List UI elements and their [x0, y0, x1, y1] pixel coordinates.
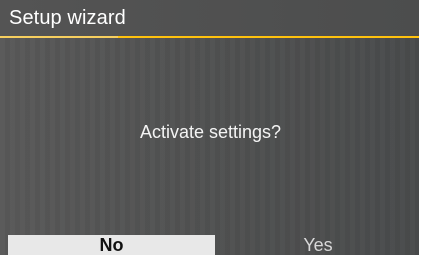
no-button-label: No: [99, 235, 124, 255]
confirmation-prompt: Activate settings?: [139, 122, 282, 142]
device-screen: Setup wizard Activate settings? No Yes: [0, 0, 421, 255]
title-accent-highlight: [0, 36, 118, 38]
yes-button[interactable]: Yes: [215, 235, 421, 255]
page-title: Setup wizard: [9, 7, 126, 29]
no-button[interactable]: No: [8, 235, 215, 255]
yes-button-label: Yes: [303, 235, 333, 255]
title-bar: Setup wizard: [0, 0, 421, 36]
